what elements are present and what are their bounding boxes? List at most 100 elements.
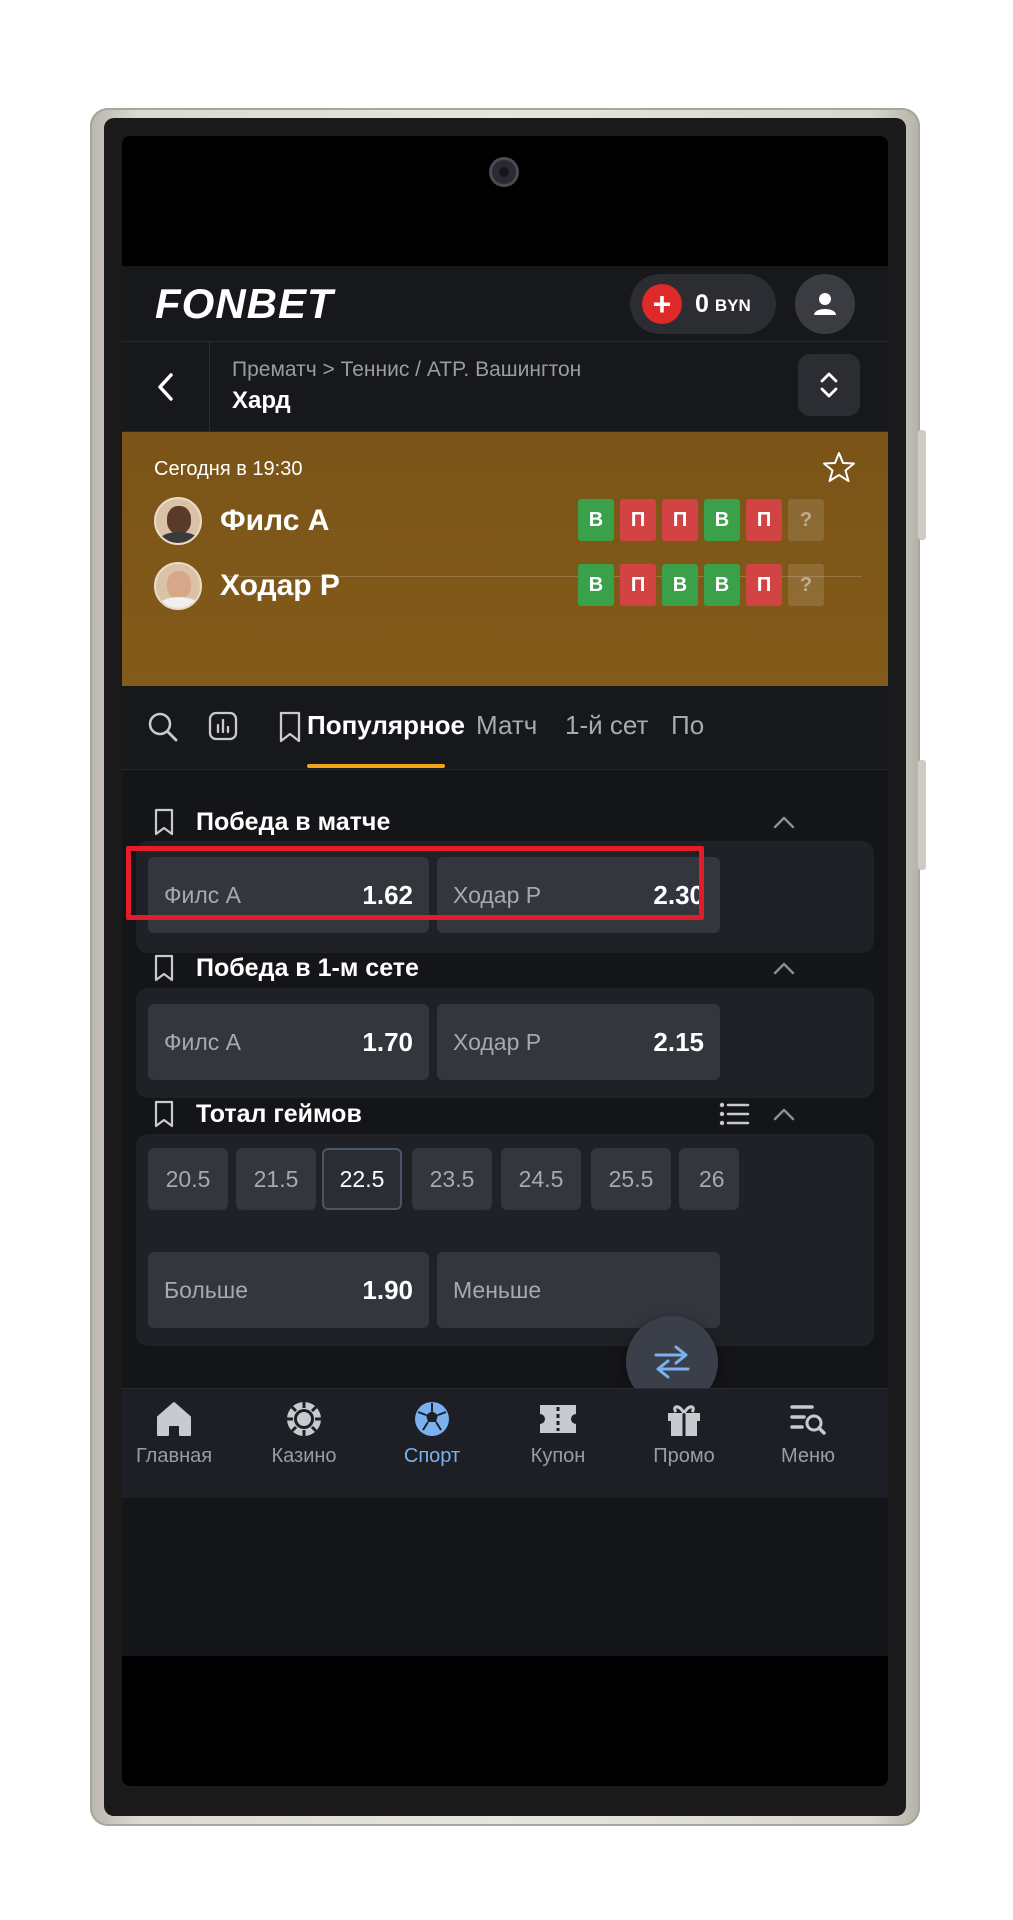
nav-promo[interactable]: Промо [624, 1399, 744, 1468]
top-bar: FONBET + 0 BYN [122, 266, 888, 342]
phone-screen: FONBET + 0 BYN Прематч > Теннис / ATP. В… [122, 136, 888, 1786]
player-form: В П В В П ? [578, 564, 824, 606]
form-win-badge: В [578, 564, 614, 606]
home-icon [157, 1402, 191, 1436]
expand-button[interactable] [798, 354, 860, 416]
market-title: Тотал геймов [196, 1099, 362, 1128]
nav-label: Казино [271, 1445, 337, 1467]
back-button[interactable] [122, 342, 210, 432]
market-header[interactable]: Победа в матче [152, 802, 390, 842]
coupon-icon [540, 1405, 576, 1433]
form-win-badge: В [704, 564, 740, 606]
breadcrumb-bar: Прематч > Теннис / ATP. Вашингтон Хард [122, 342, 888, 432]
stats-icon[interactable] [207, 710, 239, 742]
bookmark-icon[interactable] [152, 953, 176, 983]
odd-button[interactable]: Филс А 1.70 [148, 1004, 429, 1080]
nav-label: Спорт [403, 1445, 461, 1467]
form-win-badge: В [578, 499, 614, 541]
nav-label: Промо [653, 1445, 715, 1467]
odd-button[interactable]: Ходар Р 2.15 [437, 1004, 720, 1080]
form-loss-badge: П [620, 499, 656, 541]
total-line-chip[interactable]: 25.5 [591, 1148, 671, 1210]
bookmark-icon[interactable] [152, 1099, 176, 1129]
outcome-odd: 2.15 [653, 1026, 704, 1057]
player-name: Ходар Р [220, 569, 340, 602]
chevron-up-icon[interactable] [770, 810, 798, 834]
bottom-nav: Главная Казино Спорт Купон Промо Меню [122, 1388, 888, 1498]
favorite-button[interactable] [822, 450, 856, 489]
market-header[interactable]: Победа в 1-м сете [152, 948, 419, 988]
nav-home[interactable]: Главная [122, 1399, 234, 1468]
profile-button[interactable] [795, 274, 855, 334]
star-icon [823, 452, 855, 482]
market-card: Филс А 1.70 Ходар Р 2.15 [136, 988, 874, 1098]
bookmark-icon[interactable] [152, 807, 176, 837]
total-line-chip-selected[interactable]: 22.5 [322, 1148, 402, 1210]
user-icon [814, 293, 836, 315]
total-line-chip[interactable]: 24.5 [501, 1148, 581, 1210]
gift-icon [668, 1405, 700, 1436]
chevron-up-icon[interactable] [770, 1102, 798, 1126]
balance-button[interactable]: + 0 BYN [630, 274, 776, 334]
market-tabs: Популярное Матч 1-й сет По [122, 686, 888, 770]
total-line-chip[interactable]: 26 [679, 1148, 739, 1210]
market-title: Победа в 1-м сете [196, 953, 419, 982]
menu-search-icon [790, 1405, 826, 1435]
deposit-plus-icon[interactable]: + [642, 284, 682, 324]
search-icon[interactable] [146, 710, 180, 744]
player-form: В П П В П ? [578, 499, 824, 541]
page-title: Хард [232, 387, 291, 414]
app: FONBET + 0 BYN Прематч > Теннис / ATP. В… [122, 266, 888, 1656]
form-loss-badge: П [746, 564, 782, 606]
phone-side-button [918, 760, 926, 870]
outcome-odd: 1.90 [362, 1274, 413, 1305]
player-name: Филс А [220, 504, 330, 537]
form-unknown-badge: ? [788, 499, 824, 541]
tab-set1[interactable]: 1-й сет [565, 710, 648, 741]
outcome-name: Меньше [453, 1276, 542, 1303]
breadcrumb[interactable]: Прематч > Теннис / ATP. Вашингтон [232, 358, 581, 382]
balance-amount: 0 [695, 289, 709, 318]
front-camera [489, 157, 519, 187]
nav-label: Меню [780, 1445, 836, 1467]
total-line-chip[interactable]: 20.5 [148, 1148, 228, 1210]
player-row: Ходар Р В П В В П ? [154, 550, 854, 622]
form-loss-badge: П [662, 499, 698, 541]
phone-side-button [918, 430, 926, 540]
player-avatar [154, 497, 202, 545]
nav-sport[interactable]: Спорт [372, 1399, 492, 1468]
total-line-chip[interactable]: 23.5 [412, 1148, 492, 1210]
fonbet-logo[interactable]: FONBET [155, 280, 334, 328]
active-tab-underline [307, 764, 445, 768]
form-win-badge: В [704, 499, 740, 541]
casino-chip-icon [287, 1402, 321, 1436]
market-header[interactable]: Тотал геймов [152, 1094, 362, 1134]
market-title: Победа в матче [196, 807, 391, 836]
balance-currency: BYN [714, 296, 751, 315]
market-card: 20.5 21.5 22.5 23.5 24.5 25.5 26 Больше … [136, 1134, 874, 1346]
outcome-name: Больше [164, 1276, 249, 1303]
tab-popular[interactable]: Популярное [307, 710, 465, 741]
bookmark-icon[interactable] [276, 710, 304, 744]
form-win-badge: В [662, 564, 698, 606]
total-line-chip[interactable]: 21.5 [236, 1148, 316, 1210]
highlight-box [126, 846, 704, 920]
outcome-name: Ходар Р [453, 1028, 542, 1055]
tab-match[interactable]: Матч [476, 710, 537, 741]
list-icon[interactable] [718, 1100, 750, 1128]
tab-more[interactable]: По [671, 710, 704, 741]
form-loss-badge: П [746, 499, 782, 541]
match-time: Сегодня в 19:30 [154, 458, 303, 480]
chevron-left-icon [157, 373, 173, 401]
chevron-updown-icon [820, 372, 838, 398]
nav-label: Купон [530, 1445, 586, 1467]
nav-menu[interactable]: Меню [748, 1399, 868, 1468]
nav-coupon[interactable]: Купон [498, 1399, 618, 1468]
nav-label: Главная [135, 1445, 213, 1467]
outcome-name: Филс А [164, 1028, 241, 1055]
nav-casino[interactable]: Казино [244, 1399, 364, 1468]
swap-arrows-icon [654, 1345, 690, 1379]
chevron-up-icon[interactable] [770, 956, 798, 980]
odd-button[interactable]: Больше 1.90 [148, 1252, 429, 1328]
outcome-odd: 1.70 [362, 1026, 413, 1057]
